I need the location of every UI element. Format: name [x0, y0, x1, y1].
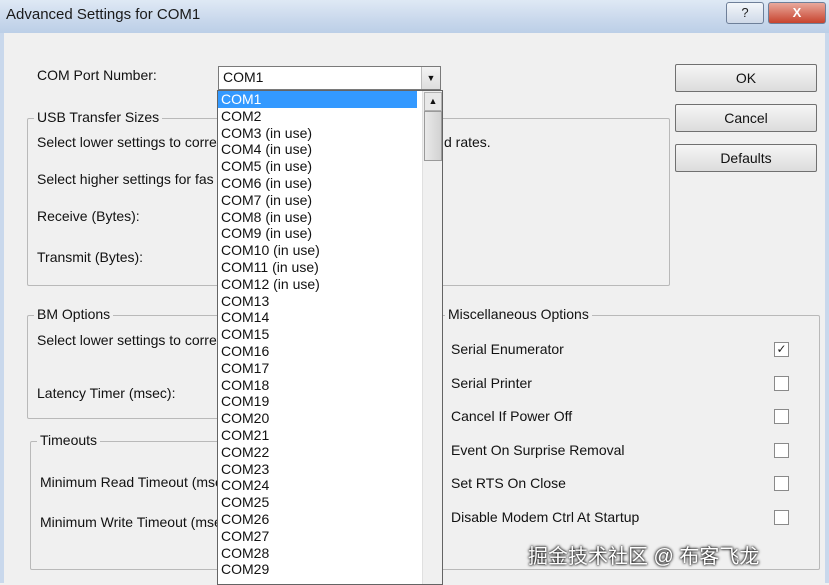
dropdown-option[interactable]: COM6 (in use): [218, 175, 417, 192]
dropdown-option[interactable]: COM27: [218, 528, 417, 545]
misc-option-label: Set RTS On Close: [451, 475, 566, 491]
dropdown-option[interactable]: COM19: [218, 393, 417, 410]
defaults-button[interactable]: Defaults: [675, 144, 817, 172]
misc-option-checkbox[interactable]: [774, 510, 789, 525]
misc-option-checkbox[interactable]: [774, 443, 789, 458]
dropdown-option[interactable]: COM14: [218, 309, 417, 326]
dropdown-option[interactable]: COM2: [218, 108, 417, 125]
usb-hint-higher: Select higher settings for fas: [37, 171, 214, 187]
misc-option-checkbox[interactable]: [774, 476, 789, 491]
dropdown-option[interactable]: COM7 (in use): [218, 192, 417, 209]
window-title: Advanced Settings for COM1: [6, 6, 201, 23]
dropdown-items: COM1 COM2 COM3 (in use) COM4 (in use) COM5 (…: [218, 91, 442, 578]
dropdown-option[interactable]: COM23: [218, 461, 417, 478]
dropdown-option[interactable]: COM20: [218, 410, 417, 427]
dropdown-option[interactable]: COM11 (in use): [218, 259, 417, 276]
dropdown-option[interactable]: COM15: [218, 326, 417, 343]
dropdown-option[interactable]: COM4 (in use): [218, 141, 417, 158]
ok-button[interactable]: OK: [675, 64, 817, 92]
watermark: 掘金技术社区 @ 布客飞龙: [528, 546, 760, 568]
write-timeout-label: Minimum Write Timeout (mse: [40, 514, 222, 530]
help-icon: ?: [741, 5, 749, 20]
close-button[interactable]: X: [768, 2, 826, 24]
dropdown-option[interactable]: COM22: [218, 444, 417, 461]
dropdown-option[interactable]: COM28: [218, 545, 417, 562]
dropdown-option[interactable]: COM25: [218, 494, 417, 511]
misc-option-label: Cancel If Power Off: [451, 408, 573, 424]
com-port-label: COM Port Number:: [37, 67, 157, 83]
com-port-value: COM1: [223, 69, 264, 85]
timeouts-title: Timeouts: [37, 432, 101, 448]
close-icon: X: [792, 5, 802, 20]
bm-options-title: BM Options: [34, 306, 114, 322]
misc-option-label: Serial Printer: [451, 375, 532, 391]
dropdown-option[interactable]: COM26: [218, 511, 417, 528]
dropdown-option[interactable]: COM8 (in use): [218, 209, 417, 226]
com-port-dropdown[interactable]: COM1 COM2 COM3 (in use) COM4 (in use) COM5 (…: [217, 90, 443, 585]
usb-hint-lower: Select lower settings to corre: [37, 134, 217, 150]
dropdown-scrollbar[interactable]: ▲: [422, 91, 442, 584]
scroll-thumb[interactable]: [424, 111, 442, 161]
misc-option-label: Disable Modem Ctrl At Startup: [451, 509, 640, 525]
help-button[interactable]: ?: [726, 2, 764, 24]
usb-hint-lower-end: d rates.: [444, 134, 491, 150]
dropdown-option[interactable]: COM1: [218, 91, 417, 108]
dropdown-option[interactable]: COM5 (in use): [218, 158, 417, 175]
receive-label: Receive (Bytes):: [37, 208, 140, 224]
transmit-label: Transmit (Bytes):: [37, 249, 144, 265]
dropdown-option[interactable]: COM12 (in use): [218, 276, 417, 293]
dropdown-option[interactable]: COM9 (in use): [218, 225, 417, 242]
dropdown-option[interactable]: COM18: [218, 377, 417, 394]
dropdown-option[interactable]: COM10 (in use): [218, 242, 417, 259]
dropdown-option[interactable]: COM21: [218, 427, 417, 444]
scroll-up-icon[interactable]: ▲: [424, 92, 442, 111]
misc-option-checkbox[interactable]: [774, 409, 789, 424]
dropdown-option[interactable]: COM3 (in use): [218, 125, 417, 142]
dropdown-option[interactable]: COM16: [218, 343, 417, 360]
latency-label: Latency Timer (msec):: [37, 385, 176, 401]
misc-option-label: Serial Enumerator: [451, 341, 564, 357]
misc-option-checkbox[interactable]: ✓: [774, 342, 789, 357]
dropdown-option[interactable]: COM13: [218, 293, 417, 310]
bm-hint: Select lower settings to corre: [37, 332, 217, 348]
chevron-down-icon[interactable]: ▼: [421, 67, 440, 89]
dropdown-option[interactable]: COM17: [218, 360, 417, 377]
com-port-select[interactable]: COM1 ▼: [218, 66, 441, 90]
dropdown-option[interactable]: COM29: [218, 561, 417, 578]
misc-option-checkbox[interactable]: [774, 376, 789, 391]
misc-option-label: Event On Surprise Removal: [451, 442, 625, 458]
usb-transfer-title: USB Transfer Sizes: [34, 109, 163, 125]
read-timeout-label: Minimum Read Timeout (msec: [40, 474, 230, 490]
misc-options-title: Miscellaneous Options: [445, 306, 592, 322]
title-bar: Advanced Settings for COM1 ? X: [0, 0, 829, 34]
cancel-button[interactable]: Cancel: [675, 104, 817, 132]
dropdown-option[interactable]: COM24: [218, 477, 417, 494]
